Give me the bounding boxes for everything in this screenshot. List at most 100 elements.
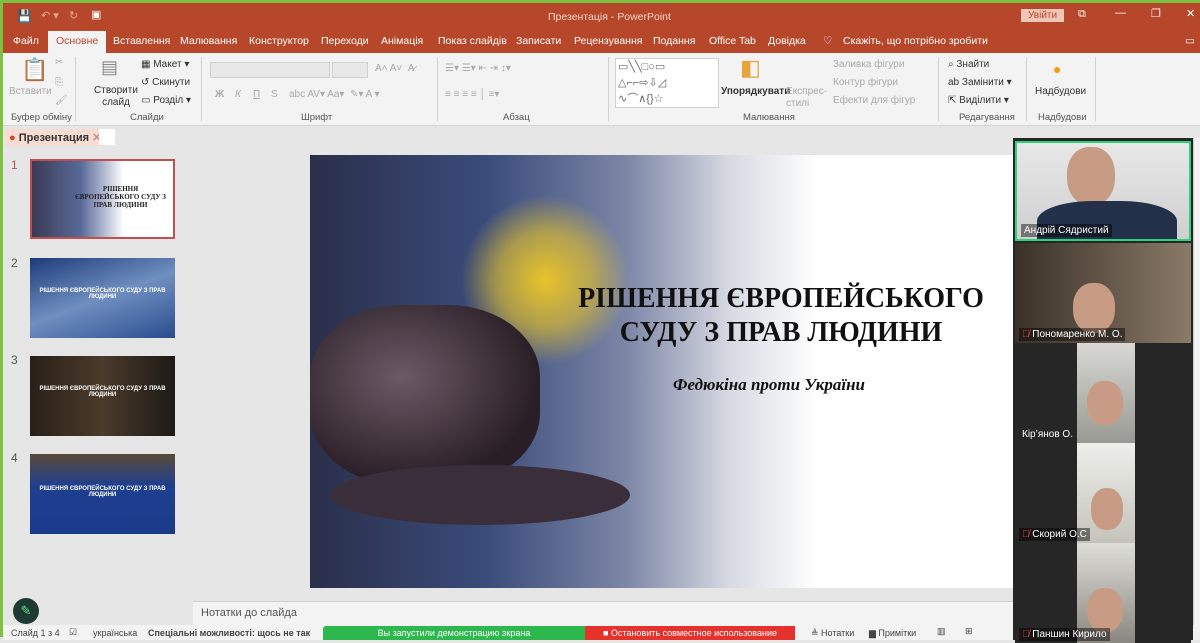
underline-button[interactable]: П	[253, 89, 260, 100]
participant-name-label: 🎙̸ Паншин Кирило	[1019, 628, 1110, 641]
new-slide-icon[interactable]: ▤	[101, 57, 118, 78]
slide-thumbnail-1[interactable]: РІШЕННЯ ЄВРОПЕЙСЬКОГО СУДУ З ПРАВ ЛЮДИНИ	[30, 159, 175, 239]
slide-sorter-button[interactable]: ⊞	[965, 626, 973, 637]
slide-title-line2: СУДУ З ПРАВ ЛЮДИНИ	[619, 317, 943, 348]
pen-tool-button[interactable]: ✎	[13, 598, 39, 624]
group-font: Шрифт	[301, 112, 333, 123]
close-button[interactable]: ✕	[1186, 7, 1195, 20]
list-icons[interactable]: ☰▾ ☰▾ ⇤ ⇥ ↕▾	[445, 63, 511, 74]
slide-canvas[interactable]: РІШЕННЯ ЄВРОПЕЙСЬКОГО СУДУ З ПРАВ ЛЮДИНИ…	[310, 155, 1013, 588]
thumbnail-title: РІШЕННЯ ЄВРОПЕЙСЬКОГО СУДУ З ПРАВ ЛЮДИНИ	[39, 486, 166, 498]
italic-button[interactable]: К	[235, 89, 241, 100]
participant-name-label: 🎙̸ Пономаренко М. О.	[1019, 328, 1126, 341]
ribbon-display-icon[interactable]: ⧉	[1078, 8, 1086, 21]
font-grow-shrink-icons[interactable]: A˄ A˅ A̷	[375, 63, 414, 74]
slide-thumbnail-4[interactable]: РІШЕННЯ ЄВРОПЕЙСЬКОГО СУДУ З ПРАВ ЛЮДИНИ	[30, 454, 175, 534]
layout-label: Макет	[153, 59, 182, 70]
slide-title: РІШЕННЯ ЄВРОПЕЙСЬКОГО СУДУ З ПРАВ ЛЮДИНИ	[546, 282, 1013, 350]
cut-icon[interactable]: ✂	[55, 57, 63, 68]
comments-icon[interactable]: ▭	[1185, 35, 1195, 47]
sign-in-button[interactable]: Увійти	[1021, 9, 1065, 22]
lightbulb-icon: ♡	[823, 35, 833, 47]
section-button[interactable]: ▭ Розділ ▾	[141, 95, 191, 106]
ribbon-tabs: Файл Основне Вставлення Малювання Констр…	[3, 31, 1200, 53]
notes-field[interactable]: Нотатки до слайда	[193, 601, 1013, 625]
format-painter-icon[interactable]: 🖌	[55, 95, 68, 106]
addins-button[interactable]: Надбудови	[1035, 86, 1086, 97]
slide-thumbnail-2[interactable]: РІШЕННЯ ЄВРОПЕЙСЬКОГО СУДУ З ПРАВ ЛЮДИНИ	[30, 258, 175, 338]
save-icon[interactable]: 💾	[17, 9, 32, 23]
sharing-banner: Вы запустили демонстрацию экрана	[323, 626, 585, 640]
participant-tile[interactable]: Андрій Сядристий	[1015, 141, 1191, 241]
reset-button[interactable]: ↺ Скинути	[141, 77, 190, 88]
slide-title-line1: РІШЕННЯ ЄВРОПЕЙСЬКОГО	[578, 283, 984, 314]
thumbnail-title: РІШЕННЯ ЄВРОПЕЙСЬКОГО СУДУ З ПРАВ ЛЮДИНИ	[39, 386, 166, 398]
muted-mic-icon: 🎙̸	[1022, 629, 1030, 640]
redo-icon[interactable]: ↻	[69, 9, 78, 22]
tab-review[interactable]: Рецензування	[574, 35, 642, 47]
tab-draw[interactable]: Малювання	[180, 35, 237, 47]
slide-thumbnail-3[interactable]: РІШЕННЯ ЄВРОПЕЙСЬКОГО СУДУ З ПРАВ ЛЮДИНИ	[30, 356, 175, 436]
spellcheck-icon[interactable]: ☑	[69, 627, 77, 638]
find-button[interactable]: ⌕ Знайти	[948, 59, 989, 70]
section-label: Розділ	[153, 95, 184, 106]
participant-name: Паншин Кирило	[1032, 629, 1107, 640]
shape-fill-button[interactable]: Заливка фігури	[833, 59, 904, 70]
replace-button[interactable]: ab Замінити ▾	[948, 77, 1012, 88]
tab-insert[interactable]: Вставлення	[113, 35, 170, 47]
tab-transitions[interactable]: Переходи	[321, 35, 369, 47]
tab-file[interactable]: Файл	[13, 35, 39, 47]
font-more-icons[interactable]: abc AV▾ Aa▾ ✎▾ A ▾	[289, 89, 380, 100]
font-name-box[interactable]	[210, 62, 330, 78]
new-slide-button[interactable]: Створити слайд	[93, 85, 139, 109]
select-button[interactable]: ⇱ Виділити ▾	[948, 95, 1009, 106]
shape-effects-button[interactable]: Ефекти для фігур	[833, 95, 915, 106]
vertical-scrollbar[interactable]	[1193, 138, 1200, 625]
arrange-button[interactable]: Упорядкувати	[721, 86, 790, 97]
video-panel: Андрій Сядристий 🎙̸ Пономаренко М. О. Кі…	[1013, 138, 1193, 643]
slideshow-icon[interactable]: ▣	[91, 8, 101, 21]
shape-outline-button[interactable]: Контур фігури	[833, 77, 898, 88]
comments-button[interactable]: ▆ Примітки	[869, 628, 916, 639]
slide-number: 2	[11, 256, 18, 270]
tab-help[interactable]: Довідка	[768, 35, 806, 47]
participant-tile[interactable]: Кір’янов О.	[1015, 343, 1191, 443]
tab-view[interactable]: Подання	[653, 35, 695, 47]
paste-icon[interactable]: 📋	[21, 57, 48, 83]
shadow-button[interactable]: S	[271, 89, 278, 100]
tab-slideshow[interactable]: Показ слайдів	[438, 35, 507, 47]
new-tab-button[interactable]	[99, 129, 115, 145]
layout-button[interactable]: ▦ Макет ▾	[141, 59, 189, 70]
tab-animations[interactable]: Анімація	[381, 35, 423, 47]
participant-tile[interactable]: 🎙̸ Пономаренко М. О.	[1015, 243, 1191, 343]
arrange-icon[interactable]: ◧	[740, 55, 761, 81]
shapes-gallery[interactable]: ▭╲╲□○▭ △⌐⌐⇨⇩◿ ∿⌒∧{}☆	[615, 58, 719, 108]
stop-sharing-button[interactable]: ■ Остановить совместное использование	[585, 626, 795, 640]
tab-home[interactable]: Основне	[48, 31, 107, 53]
tab-design[interactable]: Конструктор	[249, 35, 309, 47]
participant-tile[interactable]: 🎙̸ Паншин Кирило	[1015, 543, 1191, 643]
quick-styles-button[interactable]: Експрес-стилі	[786, 86, 827, 110]
doc-tab-presentation[interactable]: ● Презентация ✕	[5, 129, 106, 146]
restore-button[interactable]: ❐	[1151, 7, 1161, 20]
participant-name: Скорий О.С	[1032, 529, 1087, 540]
ribbon: 📋 Вставити ✂ ⎘ 🖌 Буфер обміну ▤ Створити…	[3, 53, 1200, 126]
tab-office-tab[interactable]: Office Tab	[709, 35, 756, 47]
participant-name: Кір’янов О.	[1022, 429, 1073, 440]
undo-icon[interactable]: ↶ ▾	[41, 9, 59, 22]
participant-tile[interactable]: 🎙̸ Скорий О.С	[1015, 443, 1191, 543]
addins-icon[interactable]: ●	[1053, 61, 1061, 77]
notes-button[interactable]: ≜ Нотатки	[811, 628, 854, 639]
font-size-box[interactable]	[332, 62, 368, 78]
gavel-image	[310, 305, 540, 485]
tab-record[interactable]: Записати	[516, 35, 561, 47]
reset-label: Скинути	[152, 77, 191, 88]
tell-me-search[interactable]: Скажіть, що потрібно зробити	[843, 35, 988, 47]
copy-icon[interactable]: ⎘	[55, 77, 63, 88]
bold-button[interactable]: Ж	[215, 89, 224, 100]
paste-button[interactable]: Вставити	[9, 86, 52, 97]
normal-view-button[interactable]: ▥	[937, 626, 946, 637]
doc-tab-label: Презентация	[18, 132, 89, 144]
align-icons[interactable]: ≡ ≡ ≡ ≡ │ ≡▾	[445, 89, 499, 100]
minimize-button[interactable]: —	[1115, 7, 1126, 19]
